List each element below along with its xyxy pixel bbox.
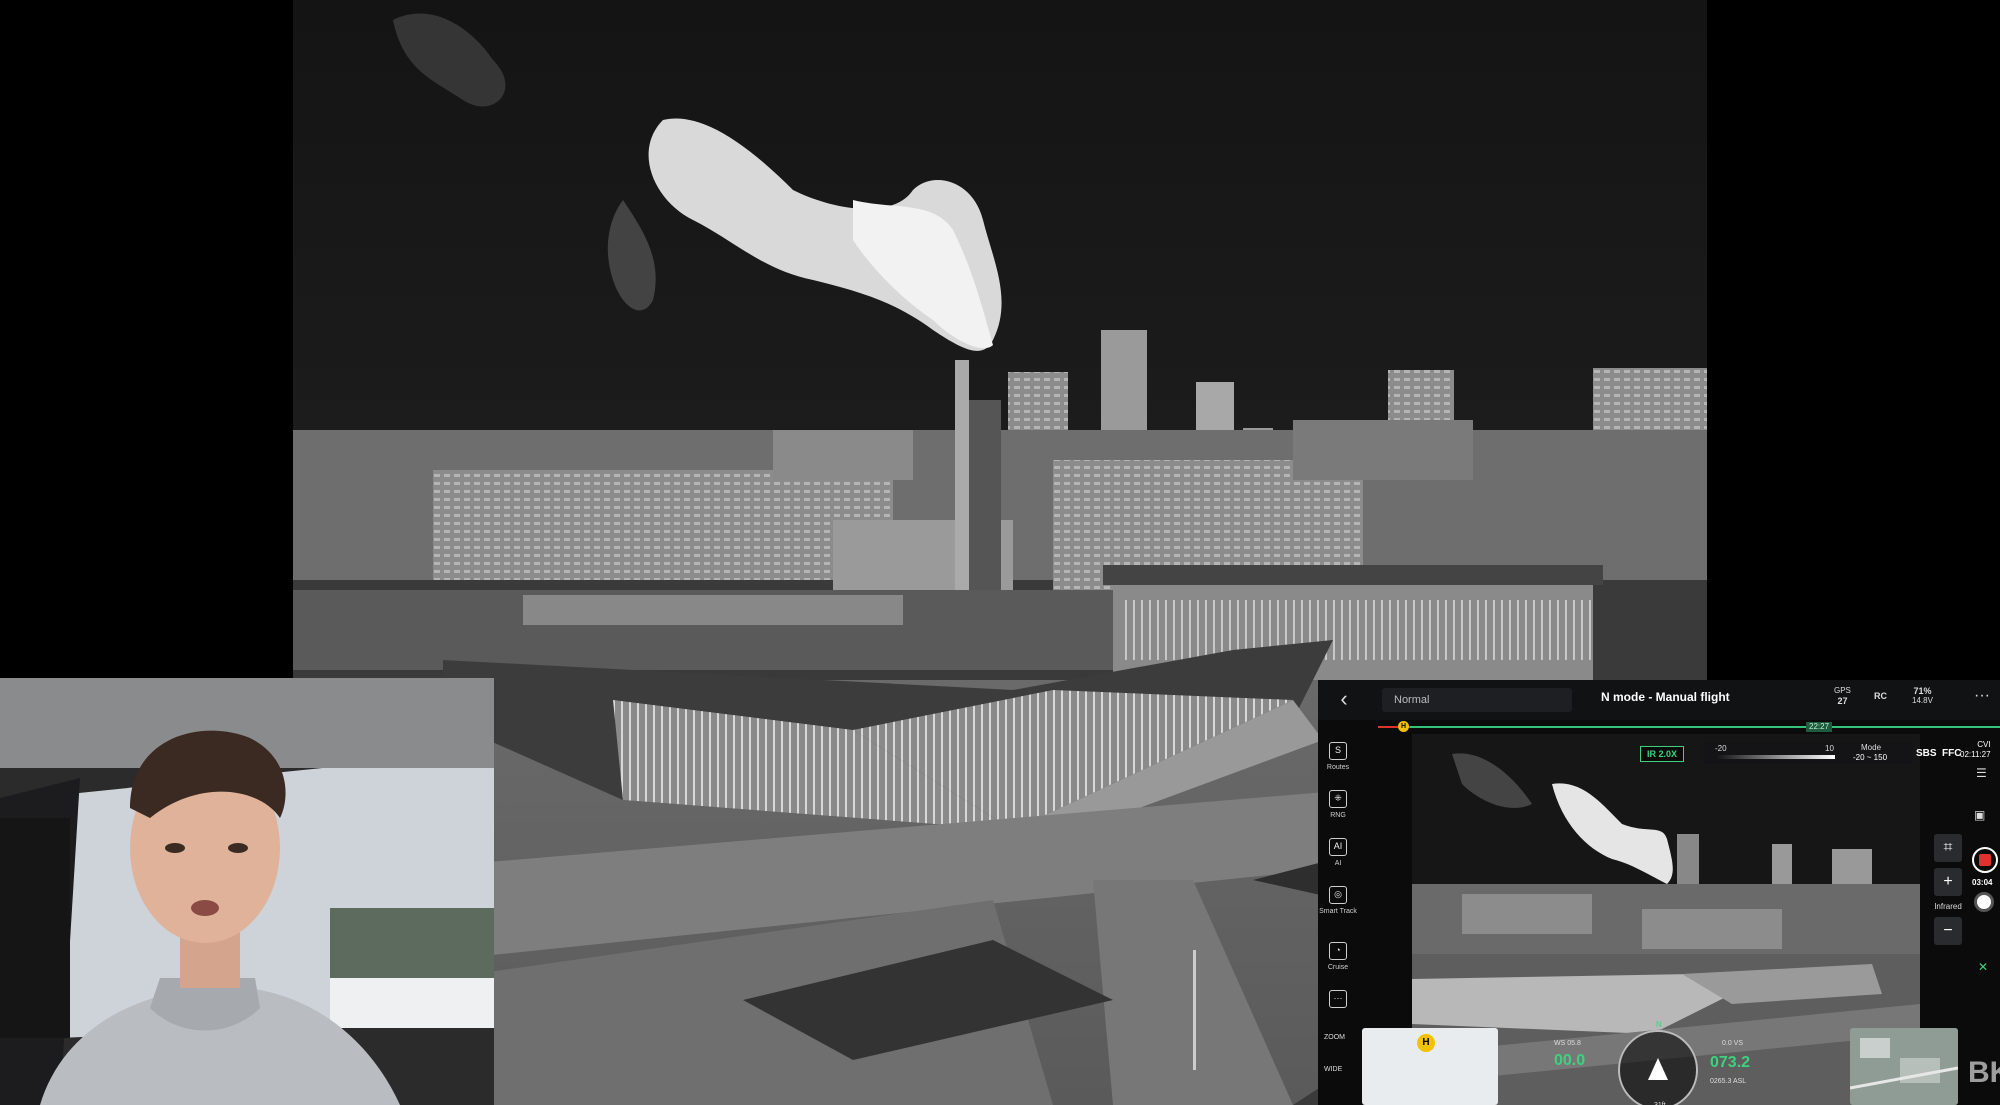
battery-status: 71% 14.8V <box>1912 686 1933 706</box>
rail-rng[interactable]: ⁜ RNG <box>1318 790 1358 820</box>
satellite-map-image <box>1850 1028 1958 1105</box>
gps-status: GPS 27 <box>1834 686 1851 706</box>
routes-icon: S <box>1329 742 1347 760</box>
vertical-speed: 0.0 VS <box>1722 1040 1744 1047</box>
elapsed-time: 02:11:27 <box>1960 750 1991 759</box>
record-icon <box>1979 854 1991 866</box>
rail-label: Smart Track <box>1319 908 1357 915</box>
temp-low: -20 <box>1715 744 1727 753</box>
battery-percent: 71% <box>1913 686 1932 696</box>
temp-mode-label: Mode <box>1861 743 1882 752</box>
rc-signal: RC <box>1874 691 1887 701</box>
home-marker-icon: H <box>1398 721 1409 732</box>
attitude-compass: N <box>1618 1020 1698 1105</box>
smart-track-icon: ◎ <box>1329 886 1347 904</box>
wind-speed: WS 05.8 <box>1554 1040 1581 1047</box>
temp-high: 10 <box>1825 744 1834 753</box>
sbs-button[interactable]: SBS <box>1916 748 1937 759</box>
rail-cruise[interactable]: ◔ Cruise <box>1318 942 1358 972</box>
rng-icon: ⁜ <box>1329 790 1347 808</box>
temperature-gradient <box>1715 755 1835 759</box>
cvi-label: CVI <box>1977 740 1991 749</box>
infrared-label: Infrared <box>1934 902 1962 911</box>
rail-routes[interactable]: S Routes <box>1318 742 1358 772</box>
altitude-asl: 0265.3 ASL <box>1710 1078 1747 1085</box>
map-home-icon: H <box>1417 1034 1435 1052</box>
temp-mode-value: -20 ~ 150 <box>1853 753 1888 762</box>
rail-label: Cruise <box>1327 964 1349 971</box>
rail-label: RNG <box>1330 812 1346 819</box>
ir-zoom-badge[interactable]: IR 2.0X <box>1640 746 1685 762</box>
navigation-minimap[interactable]: H <box>1362 1028 1498 1105</box>
cruise-icon: ◔ <box>1329 942 1347 960</box>
flight-mode-selector[interactable]: Normal <box>1382 688 1572 712</box>
zoom-out-button[interactable]: − <box>1934 917 1962 945</box>
horizontal-speed: 00.0 <box>1554 1052 1586 1069</box>
flight-mode-title: N mode - Manual flight <box>1601 690 1730 704</box>
flight-hud: H N WS 05.8 00.0 0.0 VS 073.2 0265.3 ASL… <box>1318 1020 2000 1105</box>
ai-icon: AI <box>1329 838 1347 856</box>
watermark-logo: BK <box>1968 1056 2000 1089</box>
gps-label: GPS <box>1834 686 1851 695</box>
aircraft-heading-icon <box>1648 1058 1668 1080</box>
rail-ai[interactable]: AI AI <box>1318 838 1358 868</box>
rail-more[interactable]: ··· <box>1318 990 1358 1011</box>
infrared-zoom-panel: ⌗ + Infrared − <box>1934 834 1962 945</box>
shutter-button[interactable] <box>1974 892 1994 912</box>
gps-count: 27 <box>1837 696 1848 706</box>
more-menu-icon[interactable]: ··· <box>1974 688 1990 704</box>
recording-storage: CVI 02:11:27 <box>1960 740 1991 760</box>
timeline-remaining <box>1410 726 2000 728</box>
temperature-range-bar[interactable]: -20 10 Mode -20 ~ 150 <box>1703 742 1913 764</box>
back-icon[interactable]: ‹ <box>1332 688 1356 712</box>
status-bar: ‹ Normal N mode - Manual flight GPS 27 R… <box>1318 680 2000 720</box>
satellite-map[interactable] <box>1850 1028 1958 1105</box>
camera-mode-icon[interactable]: ▣ <box>1974 808 1985 822</box>
more-icon: ··· <box>1329 990 1347 1008</box>
ffc-button[interactable]: FFC <box>1942 748 1961 759</box>
rc-label: RC <box>1874 691 1887 701</box>
record-button[interactable] <box>1972 847 1998 873</box>
focus-box-icon[interactable]: ⌗ <box>1934 834 1962 862</box>
altitude: 073.2 <box>1710 1054 1751 1071</box>
rail-label: Routes <box>1326 764 1350 771</box>
battery-voltage: 14.8V <box>1912 696 1933 705</box>
rail-label: AI <box>1334 860 1342 867</box>
time-remaining: 22:27 <box>1806 722 1833 732</box>
compass-north: N <box>1656 1020 1662 1029</box>
presenter-webcam <box>0 678 494 1105</box>
gimbal-icon[interactable]: ✕ <box>1978 960 1988 974</box>
record-time: 03:04 <box>1972 878 1993 887</box>
zoom-in-button[interactable]: + <box>1934 868 1962 896</box>
settings-sliders-icon[interactable]: ☰ <box>1976 766 1987 780</box>
flight-timeline: H 22:27 <box>1318 720 2000 734</box>
rail-smart-track[interactable]: ◎ Smart Track <box>1318 886 1358 916</box>
drone-controller-app: ‹ Normal N mode - Manual flight GPS 27 R… <box>1318 680 2000 1105</box>
